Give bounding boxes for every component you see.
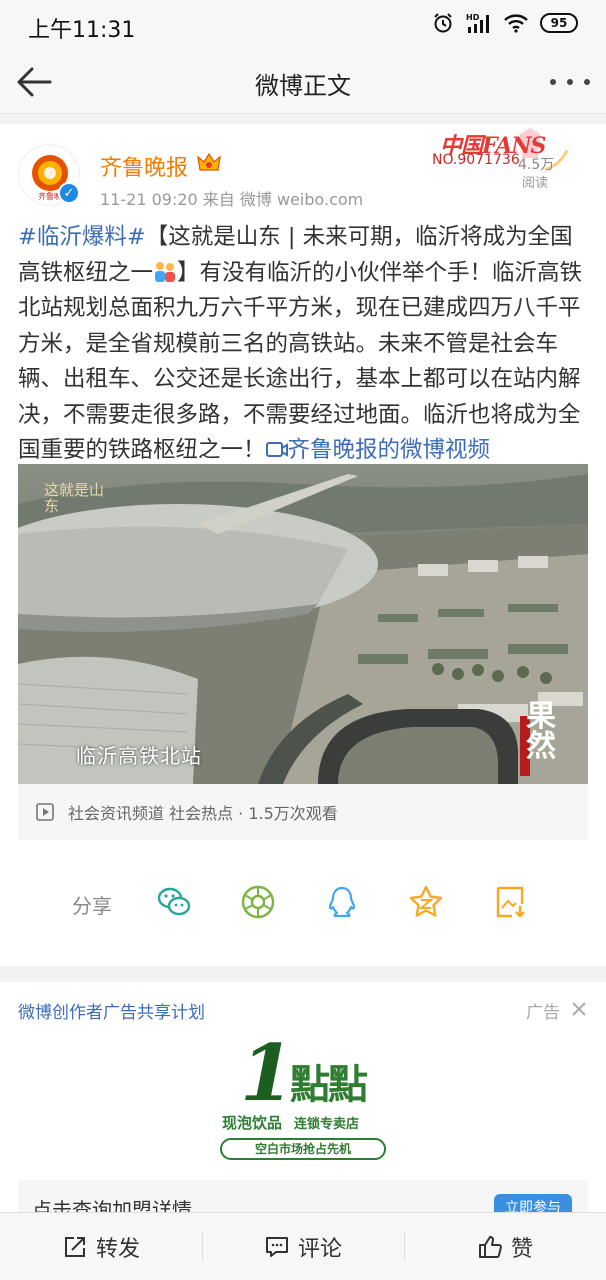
like-button[interactable]: 赞 [404, 1213, 606, 1280]
page-title: 微博正文 [255, 72, 351, 100]
nav-bar: 微博正文 [0, 50, 606, 114]
thumbs-up-icon [478, 1235, 502, 1258]
share-row: 分享 [0, 874, 606, 928]
comment-icon [265, 1236, 288, 1257]
post-text-part2: 】有没有临沂的小伙伴举个手！临沂高铁北站规划总面积九万六千平方米，现在已建成四万… [18, 259, 583, 464]
verified-badge-icon: ✓ [58, 182, 80, 204]
status-time: 上午11:31 [28, 18, 136, 43]
ad-logo-number: 1 [240, 1028, 295, 1119]
signal-icon: HD [466, 13, 489, 33]
repost-icon [64, 1236, 85, 1257]
close-icon[interactable] [570, 1000, 588, 1018]
post-meta: 11-21 09:20 来自 微博 weibo.com [100, 190, 364, 209]
play-square-icon [36, 803, 54, 821]
hashtag-link[interactable]: #临沂爆料# [18, 224, 146, 250]
wechat-icon[interactable] [156, 884, 192, 920]
video-link-text[interactable]: 齐鲁晚报的微博视频 [288, 437, 491, 463]
read-count: 4.5万 [518, 157, 555, 173]
share-label: 分享 [72, 894, 112, 918]
watermark-left: 这就是山东 [44, 481, 105, 515]
status-icons: HD 95 [432, 12, 578, 34]
ad-logo-name: 點點 [290, 1061, 368, 1108]
ad-slogan: 现泡饮品 连锁专卖店 [222, 1112, 371, 1133]
save-image-icon[interactable] [492, 884, 528, 920]
read-label: 阅读 [522, 176, 549, 191]
people-emoji-icon [155, 261, 176, 282]
wifi-icon [504, 14, 528, 33]
repost-label: 转发 [95, 1236, 140, 1262]
repost-button[interactable]: 转发 [0, 1213, 202, 1280]
post-card: 齐鲁晚 ✓ 齐鲁晚报 11-21 09:20 来自 微博 weibo.com 中… [0, 124, 606, 966]
bottom-toolbar: 转发 评论 赞 [0, 1212, 606, 1280]
alarm-icon [434, 13, 452, 33]
video-info-bar[interactable]: 社会资讯频道 社会热点 · 1.5万次观看 [18, 784, 588, 840]
like-label: 赞 [510, 1236, 533, 1262]
svg-text:HD: HD [466, 13, 480, 22]
comment-label: 评论 [297, 1236, 342, 1262]
post-body: #临沂爆料#【这就是山东 | 未来可期，临沂将成为全国高铁枢纽之一 】有没有临沂的… [18, 220, 590, 469]
video-link[interactable]: 齐鲁晚报的微博视频 [265, 437, 491, 463]
status-bar: 上午11:31 HD 95 [0, 0, 606, 50]
moments-icon[interactable] [240, 884, 276, 920]
fans-number: NO.9071736 [432, 152, 520, 168]
vip-crown-icon [197, 152, 221, 171]
qzone-icon[interactable] [408, 884, 444, 920]
ad-tag: 广告 [526, 1003, 560, 1023]
video-caption: 临沂高铁北站 [76, 744, 202, 768]
ad-title[interactable]: 微博创作者广告共享计划 [18, 998, 205, 1023]
ad-pill: 空白市场抢占先机 [220, 1138, 386, 1160]
ad-slogan-a: 现泡饮品 [222, 1114, 283, 1132]
watermark-right: 果然 [526, 699, 556, 764]
video-link-icon [265, 442, 288, 457]
more-options-icon[interactable] [550, 64, 590, 100]
author-name[interactable]: 齐鲁晚报 [100, 150, 188, 182]
video-player[interactable]: 这就是山东 果然 临沂高铁北站 [18, 464, 588, 784]
ad-slogan-b: 连锁专卖店 [294, 1117, 360, 1132]
video-info-text: 社会资讯频道 社会热点 · 1.5万次观看 [68, 804, 338, 823]
qq-icon[interactable] [324, 884, 360, 920]
battery-indicator: 95 [540, 13, 578, 33]
comment-button[interactable]: 评论 [202, 1213, 404, 1280]
